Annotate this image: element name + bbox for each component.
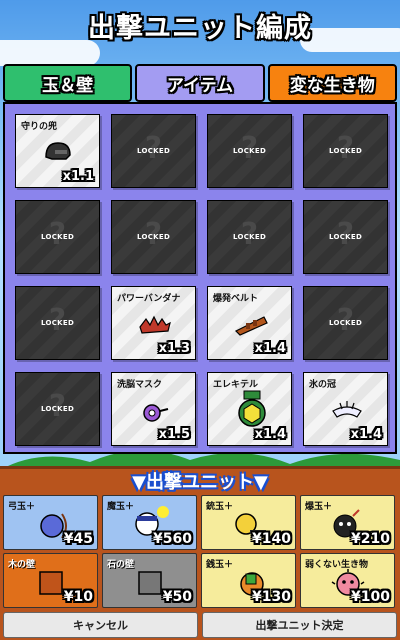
locked-label: LOCKED bbox=[232, 147, 267, 155]
unit-slot-coin-ball[interactable]: 銭玉＋ ¥130 bbox=[201, 553, 296, 608]
locked-label: LOCKED bbox=[136, 147, 171, 155]
page-title: 出撃ユニット編成 bbox=[88, 13, 312, 44]
deploy-unit-grid: 弓玉＋ ¥45 魔玉＋ ¥560 銃玉＋ ¥140 爆玉＋ ¥210 木の壁 ¥… bbox=[3, 495, 395, 608]
locked-label: LOCKED bbox=[136, 233, 171, 241]
unit-cost: ¥45 bbox=[63, 531, 93, 547]
item-card-locked[interactable]: ? LOCKED bbox=[111, 200, 196, 274]
item-name: 洗脳マスク bbox=[117, 380, 163, 390]
locked-label: LOCKED bbox=[40, 405, 75, 413]
bandana-icon bbox=[139, 315, 171, 334]
unit-name: 爆玉＋ bbox=[305, 502, 333, 512]
unit-cost: ¥210 bbox=[351, 531, 390, 547]
item-card-power-bandana[interactable]: パワーバンダナ x1.3 bbox=[111, 286, 196, 360]
unit-name: 弓玉＋ bbox=[8, 502, 36, 512]
tab-strange-creatures[interactable]: 変な生き物 bbox=[267, 64, 397, 102]
locked-label: LOCKED bbox=[328, 147, 363, 155]
unit-slot-wood-wall[interactable]: 木の壁 ¥10 bbox=[3, 553, 98, 608]
item-card-locked[interactable]: ? LOCKED bbox=[207, 114, 292, 188]
item-name: パワーバンダナ bbox=[117, 294, 181, 304]
item-multiplier: x1.4 bbox=[254, 427, 286, 442]
locked-label: LOCKED bbox=[328, 233, 363, 241]
unit-cost: ¥560 bbox=[153, 531, 192, 547]
item-multiplier: x1.4 bbox=[254, 341, 286, 356]
locked-label: LOCKED bbox=[328, 319, 363, 327]
unit-name: 銃玉＋ bbox=[206, 502, 234, 512]
item-card-elekiter[interactable]: エレキテル x1.4 bbox=[207, 372, 292, 446]
helmet-icon bbox=[45, 142, 71, 160]
item-card-locked[interactable]: ? LOCKED bbox=[15, 200, 100, 274]
stone-wall-icon bbox=[138, 571, 162, 595]
confirm-deploy-button[interactable]: 出撃ユニット決定 bbox=[202, 612, 397, 638]
locked-label: LOCKED bbox=[40, 319, 75, 327]
unit-name: 石の壁 bbox=[107, 560, 135, 570]
unit-name: 木の壁 bbox=[8, 560, 36, 570]
item-card-locked[interactable]: ? LOCKED bbox=[303, 114, 388, 188]
ice-crown-icon bbox=[332, 401, 362, 418]
unit-slot-bomb-ball[interactable]: 爆玉＋ ¥210 bbox=[300, 495, 395, 550]
mask-icon bbox=[143, 404, 169, 422]
item-name: 爆発ベルト bbox=[213, 294, 259, 304]
item-card-locked[interactable]: ? LOCKED bbox=[207, 200, 292, 274]
item-card-locked[interactable]: ? LOCKED bbox=[15, 286, 100, 360]
unit-cost: ¥100 bbox=[351, 589, 390, 605]
item-name: 守りの兜 bbox=[21, 122, 58, 132]
tab-balls-walls[interactable]: 玉＆壁 bbox=[3, 64, 133, 102]
item-card-explosion-belt[interactable]: 爆発ベルト x1.4 bbox=[207, 286, 292, 360]
item-multiplier: x1.5 bbox=[158, 427, 190, 442]
unit-slot-magic-ball[interactable]: 魔玉＋ ¥560 bbox=[102, 495, 197, 550]
locked-label: LOCKED bbox=[232, 233, 267, 241]
unit-slot-gun-ball[interactable]: 銃玉＋ ¥140 bbox=[201, 495, 296, 550]
unit-cost: ¥140 bbox=[252, 531, 291, 547]
item-card-locked[interactable]: ? LOCKED bbox=[303, 286, 388, 360]
item-panel: 守りの兜 x1.1 ? LOCKED ? LOCKED ? LOCKED ? L… bbox=[3, 102, 397, 454]
item-grid: 守りの兜 x1.1 ? LOCKED ? LOCKED ? LOCKED ? L… bbox=[15, 114, 388, 446]
unit-slot-stone-wall[interactable]: 石の壁 ¥50 bbox=[102, 553, 197, 608]
item-card-ice-crown[interactable]: 氷の冠 x1.4 bbox=[303, 372, 388, 446]
unit-slot-bow-ball[interactable]: 弓玉＋ ¥45 bbox=[3, 495, 98, 550]
item-multiplier: x1.4 bbox=[350, 427, 382, 442]
item-card-locked[interactable]: ? LOCKED bbox=[303, 200, 388, 274]
tab-items[interactable]: アイテム bbox=[135, 64, 265, 102]
item-card-locked[interactable]: ? LOCKED bbox=[111, 114, 196, 188]
item-name: 氷の冠 bbox=[309, 380, 337, 390]
unit-cost: ¥130 bbox=[252, 589, 291, 605]
item-card-helmet[interactable]: 守りの兜 x1.1 bbox=[15, 114, 100, 188]
locked-label: LOCKED bbox=[40, 233, 75, 241]
bottom-buttons: キャンセル 出撃ユニット決定 bbox=[3, 612, 397, 638]
unit-cost: ¥10 bbox=[63, 589, 93, 605]
item-card-brainwash-mask[interactable]: 洗脳マスク x1.5 bbox=[111, 372, 196, 446]
unit-name: 銭玉＋ bbox=[206, 560, 234, 570]
unit-slot-not-weak-creature[interactable]: 弱くない生き物 ¥100 bbox=[300, 553, 395, 608]
wood-wall-icon bbox=[39, 571, 63, 595]
item-multiplier: x1.1 bbox=[62, 169, 94, 184]
unit-name: 魔玉＋ bbox=[107, 502, 135, 512]
belt-icon bbox=[234, 316, 268, 336]
deploy-units-title: ▼出撃ユニット▼ bbox=[132, 472, 268, 493]
item-multiplier: x1.3 bbox=[158, 341, 190, 356]
category-tabs: 玉＆壁 アイテム 変な生き物 bbox=[3, 64, 397, 102]
unit-cost: ¥50 bbox=[162, 589, 192, 605]
item-card-locked[interactable]: ? LOCKED bbox=[15, 372, 100, 446]
cancel-button[interactable]: キャンセル bbox=[3, 612, 198, 638]
